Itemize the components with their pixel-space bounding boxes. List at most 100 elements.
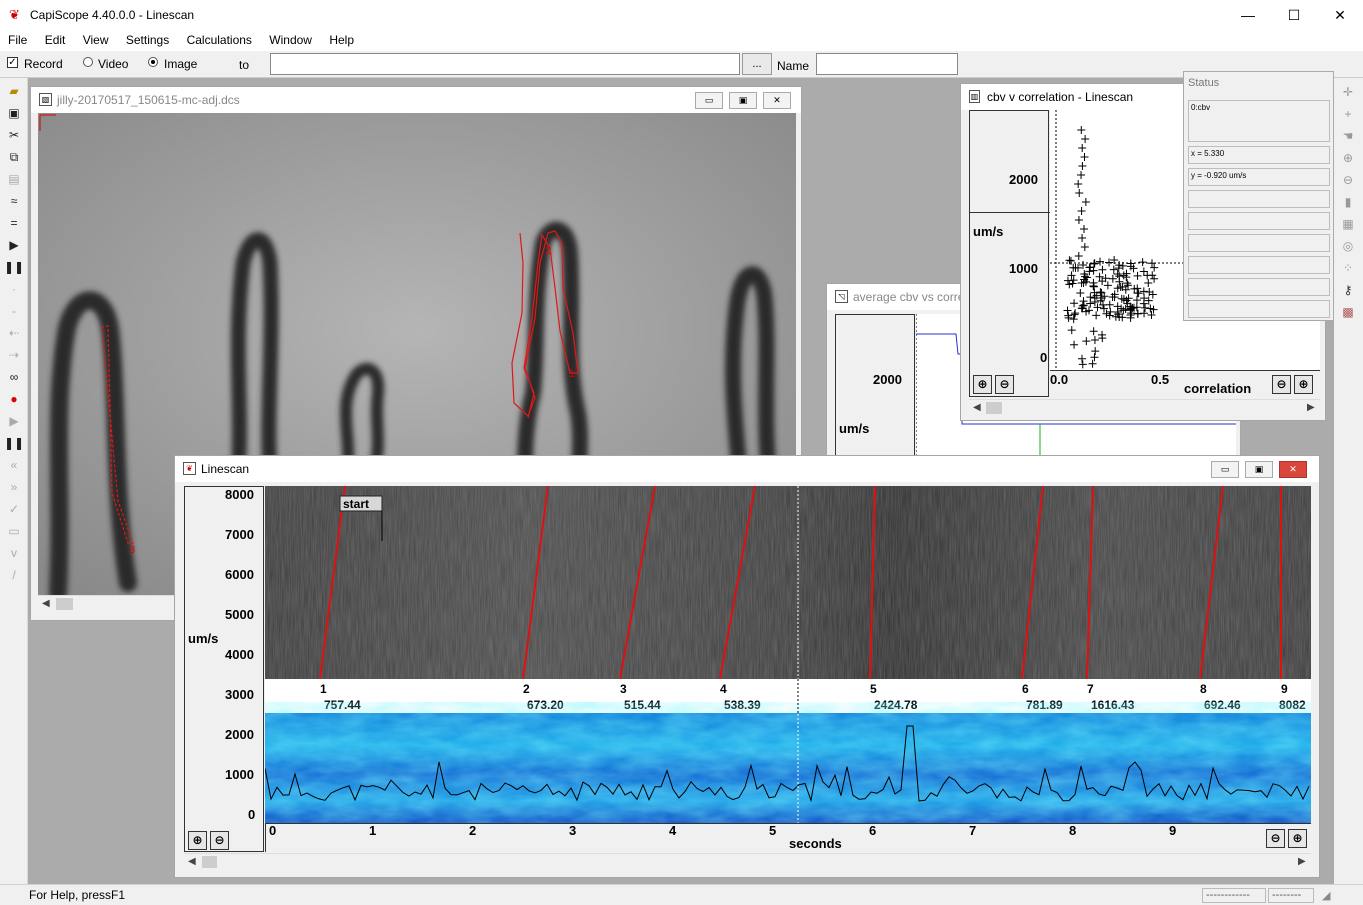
crosshair-icon[interactable]: ✛ — [1340, 84, 1356, 100]
dots-icon[interactable]: ⁘ — [1340, 260, 1356, 276]
record-checkbox[interactable]: ✓ — [7, 57, 18, 68]
streak-value-5: 2424.78 — [874, 698, 918, 712]
copy-icon[interactable]: ⧉ — [4, 148, 24, 166]
streak-value-1: 757.44 — [324, 698, 361, 712]
linescan-zoom-out-button[interactable]: ⊖ — [210, 831, 229, 850]
menu-help[interactable]: Help — [329, 30, 354, 47]
corr-scroll-right-icon[interactable]: ▶ — [1307, 402, 1315, 413]
fast-forward-icon[interactable]: » — [4, 478, 24, 496]
image-window-titlebar: ▧ jilly-20170517_150615-mc-adj.dcs ▭ ▣ ✕ — [31, 87, 801, 113]
linescan-close-button[interactable]: ✕ — [1279, 461, 1307, 478]
clipboard-icon[interactable]: ▮ — [1340, 194, 1356, 210]
corr-x-zoom-in-button[interactable]: ⊕ — [1294, 375, 1313, 394]
linescan-titlebar: ❦ Linescan ▭ ▣ ✕ — [175, 456, 1319, 482]
avg-window-title: average cbv vs corre — [853, 290, 965, 304]
avg-y-label: um/s — [839, 421, 870, 436]
pause-black-icon[interactable]: ❚❚ — [4, 434, 24, 452]
cut-icon[interactable]: ✂ — [4, 126, 24, 144]
maximize-button[interactable]: ☐ — [1271, 0, 1317, 30]
scroll-thumb[interactable] — [56, 598, 73, 610]
image-close-button[interactable]: ✕ — [763, 92, 791, 109]
zoom-out-icon[interactable]: ⊖ — [1340, 172, 1356, 188]
to-field[interactable] — [270, 53, 740, 75]
open-icon[interactable]: ▰ — [4, 82, 24, 100]
image-label: Image — [164, 57, 198, 71]
linescan-zoom-in-button[interactable]: ⊕ — [188, 831, 207, 850]
x-tick-9: 9 — [1169, 823, 1177, 838]
menu-settings[interactable]: Settings — [126, 30, 169, 47]
start-marker[interactable]: start — [343, 497, 369, 511]
image-scrollbar[interactable]: ◀ — [38, 595, 178, 612]
x-zoom-out-button[interactable]: ⊖ — [1266, 829, 1285, 848]
menu-calculations[interactable]: Calculations — [187, 30, 252, 47]
linescan-y-label: um/s — [188, 631, 219, 646]
browse-button[interactable]: ... — [742, 53, 772, 75]
check-icon[interactable]: ✓ — [4, 500, 24, 518]
corr-scroll-left-icon[interactable]: ◀ — [973, 402, 981, 413]
paste-icon[interactable]: ▤ — [4, 170, 24, 188]
status-pane-1: ------------ — [1202, 888, 1266, 903]
record-icon[interactable]: ● — [4, 390, 24, 408]
x-tick-3: 3 — [569, 823, 577, 838]
linescan-scroll-right-icon[interactable]: ▶ — [1298, 856, 1306, 867]
target-icon[interactable]: ◎ — [1340, 238, 1356, 254]
roi-label-3: 1 — [569, 368, 575, 380]
wave-icon[interactable]: ≈ — [4, 192, 24, 210]
menu-view[interactable]: View — [83, 30, 109, 47]
corr-zoom-out-button[interactable]: ⊖ — [995, 375, 1014, 394]
grid-icon[interactable]: ▦ — [1340, 216, 1356, 232]
linescan-image[interactable]: 1757.442673.203515.444538.3952424.786781… — [265, 486, 1311, 823]
scroll-left-icon[interactable]: ◀ — [42, 598, 50, 609]
close-button[interactable]: ✕ — [1317, 0, 1363, 30]
corr-scrollbar[interactable]: ◀ ▶ — [969, 399, 1320, 416]
link-icon[interactable]: ▭ — [4, 522, 24, 540]
line-icon[interactable]: / — [4, 566, 24, 584]
dash-icon[interactable]: - — [4, 302, 24, 320]
rewind-icon[interactable]: « — [4, 456, 24, 474]
menu-file[interactable]: File — [8, 30, 27, 47]
lock-icon[interactable]: ⚷ — [1340, 282, 1356, 298]
hand-icon[interactable]: ☚ — [1340, 128, 1356, 144]
step-back-icon[interactable]: ⇠ — [4, 324, 24, 342]
status-row-7 — [1188, 256, 1330, 274]
v-icon[interactable]: v — [4, 544, 24, 562]
avg-y-axis: 2000 um/s — [835, 314, 915, 459]
name-field[interactable] — [816, 53, 958, 75]
video-radio[interactable] — [83, 57, 93, 67]
minimize-button[interactable]: — — [1225, 0, 1271, 30]
glasses-icon[interactable]: ∞ — [4, 368, 24, 386]
resize-grip-icon[interactable]: ◢ — [1322, 889, 1330, 902]
image-radio[interactable] — [148, 57, 158, 67]
menu-window[interactable]: Window — [269, 30, 312, 47]
chart-icon[interactable]: ▩ — [1340, 304, 1356, 320]
image-restore-button[interactable]: ▣ — [729, 92, 757, 109]
corr-y-tick-0: 0 — [1040, 350, 1048, 365]
y-tick-4000: 4000 — [225, 647, 254, 662]
linescan-minimize-button[interactable]: ▭ — [1211, 461, 1239, 478]
menu-edit[interactable]: Edit — [45, 30, 66, 47]
streak-id-6: 6 — [1022, 682, 1029, 696]
play-gray-icon[interactable]: ▶ — [4, 412, 24, 430]
pause-icon[interactable]: ❚❚ — [4, 258, 24, 276]
linescan-window: ❦ Linescan ▭ ▣ ✕ 8000 7000 6000 5000 400… — [174, 455, 1320, 878]
linescan-scroll-left-icon[interactable]: ◀ — [188, 856, 196, 867]
linescan-scroll-thumb[interactable] — [202, 856, 217, 868]
linescan-scrollbar[interactable]: ◀ ▶ — [184, 853, 1311, 870]
image-minimize-button[interactable]: ▭ — [695, 92, 723, 109]
save-icon[interactable]: ▣ — [4, 104, 24, 122]
x-tick-8: 8 — [1069, 823, 1077, 838]
play-icon[interactable]: ▶ — [4, 236, 24, 254]
x-zoom-in-button[interactable]: ⊕ — [1288, 829, 1307, 848]
linescan-restore-button[interactable]: ▣ — [1245, 461, 1273, 478]
video-label: Video — [98, 57, 129, 71]
step-forward-icon[interactable]: ⇢ — [4, 346, 24, 364]
dot-icon[interactable]: · — [4, 280, 24, 298]
equal-icon[interactable]: = — [4, 214, 24, 232]
corr-scroll-thumb[interactable] — [986, 402, 1002, 414]
corr-x-zoom-out-button[interactable]: ⊖ — [1272, 375, 1291, 394]
zoom-in-icon[interactable]: ⊕ — [1340, 150, 1356, 166]
corr-zoom-in-button[interactable]: ⊕ — [973, 375, 992, 394]
streak-id-3: 3 — [620, 682, 627, 696]
x-tick-2: 2 — [469, 823, 477, 838]
cross-icon[interactable]: + — [1340, 106, 1356, 122]
